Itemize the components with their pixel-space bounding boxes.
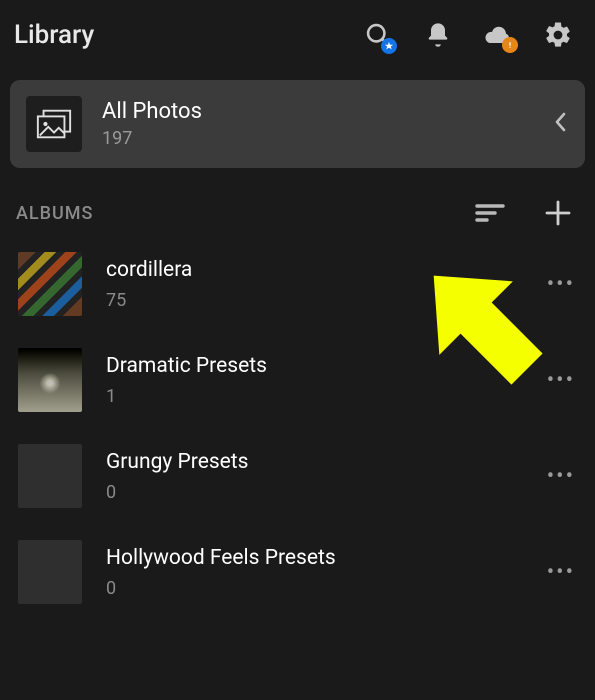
album-more-button[interactable]: ••• [547, 272, 577, 297]
sort-icon [475, 202, 505, 224]
photos-icon [35, 107, 73, 141]
all-photos-title: All Photos [102, 99, 533, 124]
cloud-warning-badge [502, 37, 518, 53]
album-name: Dramatic Presets [106, 354, 523, 378]
album-meta: cordillera 75 [106, 258, 523, 311]
album-count: 0 [106, 578, 523, 599]
all-photos-count: 197 [102, 128, 533, 149]
album-name: Hollywood Feels Presets [106, 546, 523, 570]
album-count: 75 [106, 290, 523, 311]
notifications-button[interactable] [423, 20, 453, 50]
album-row[interactable]: cordillera 75 ••• [12, 236, 583, 332]
sort-button[interactable] [475, 198, 505, 228]
album-name: cordillera [106, 258, 523, 282]
header-actions [363, 20, 581, 50]
settings-button[interactable] [543, 20, 573, 50]
album-name: Grungy Presets [106, 450, 523, 474]
page-title: Library [14, 20, 94, 50]
album-count: 1 [106, 386, 523, 407]
album-list: cordillera75•••Dramatic Presets1•••Grung… [0, 236, 595, 620]
search-badge [381, 38, 397, 54]
all-photos-card[interactable]: All Photos 197 [10, 80, 585, 168]
bell-icon [424, 21, 452, 49]
album-more-button[interactable]: ••• [547, 464, 577, 489]
chevron-left-icon [553, 110, 569, 138]
add-album-button[interactable] [543, 198, 573, 228]
album-count: 0 [106, 482, 523, 503]
album-more-button[interactable]: ••• [547, 368, 577, 393]
cloud-sync-button[interactable] [483, 20, 513, 50]
gear-icon [543, 20, 573, 50]
app-header: Library [0, 0, 595, 68]
album-thumb [18, 540, 82, 604]
album-more-button[interactable]: ••• [547, 560, 577, 585]
plus-icon [545, 200, 571, 226]
album-thumb [18, 444, 82, 508]
album-meta: Grungy Presets 0 [106, 450, 523, 503]
all-photos-meta: All Photos 197 [102, 99, 533, 149]
album-thumb [18, 348, 82, 412]
album-thumb [18, 252, 82, 316]
albums-actions [475, 198, 579, 228]
all-photos-thumb [26, 96, 82, 152]
search-button[interactable] [363, 20, 393, 50]
album-row[interactable]: Hollywood Feels Presets 0 ••• [12, 524, 583, 620]
album-meta: Hollywood Feels Presets 0 [106, 546, 523, 599]
albums-label: ALBUMS [16, 203, 93, 224]
albums-section-header: ALBUMS [0, 168, 595, 236]
album-row[interactable]: Dramatic Presets 1 ••• [12, 332, 583, 428]
album-row[interactable]: Grungy Presets 0 ••• [12, 428, 583, 524]
album-meta: Dramatic Presets 1 [106, 354, 523, 407]
